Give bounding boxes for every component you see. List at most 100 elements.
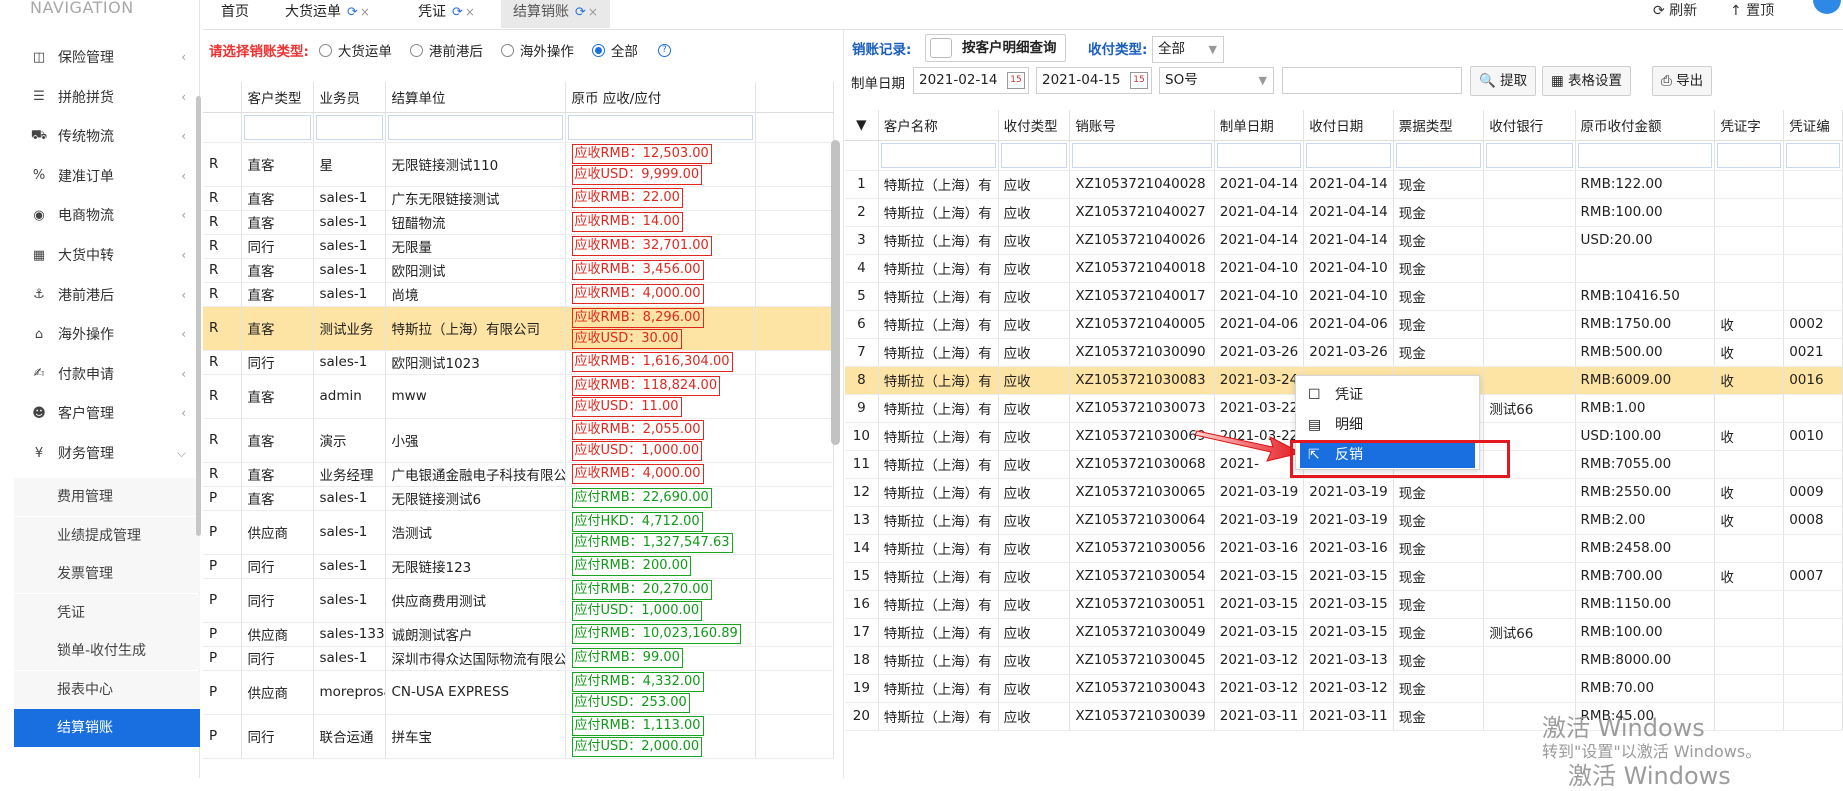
sidebar-item-9[interactable]: ✍ 付款申请 ‹ <box>14 355 200 393</box>
table-row[interactable]: P供应商sales-1333诚朗测试客户应付RMB：10,023,160.89 <box>203 622 834 647</box>
radio-circle-icon[interactable] <box>591 43 605 57</box>
table-row[interactable]: P 同行 sales-1 无限链接123 应付RMB：200.00 <box>203 554 834 579</box>
customer-detail-toggle[interactable]: 按客户明细查询 <box>925 34 1066 62</box>
table-row[interactable]: R 同行 sales-1 无限量 应收RMB：32,701.00 <box>203 234 834 259</box>
tab-cargo-waybill[interactable]: 大货运单 ⟳ × <box>285 0 370 28</box>
column-header[interactable]: 原币 应收/应付 <box>565 82 756 113</box>
filter-input[interactable] <box>1072 142 1212 168</box>
table-row[interactable]: 19 特斯拉（上海）有 应收 XZ1053721030043 2021-03-12 202… <box>845 674 1843 703</box>
column-header[interactable]: 收付日期 <box>1303 110 1394 141</box>
table-row[interactable]: P 供应商 moreprosa CN-USA EXPRESS 应付RMB：4,332.0… <box>203 670 834 715</box>
sidebar-scrollbar[interactable] <box>196 96 201 536</box>
table-row[interactable]: 14 特斯拉（上海）有 应收 XZ1053721030056 2021-03-16 202… <box>845 534 1843 563</box>
table-row[interactable]: R 直客 sales-1 钮醋物流 应收RMB：14.00 <box>203 210 834 235</box>
filter-input[interactable] <box>567 114 753 140</box>
tab-voucher[interactable]: 凭证 ⟳ × <box>418 0 475 28</box>
calendar-icon[interactable]: 15 <box>1130 72 1148 89</box>
sidebar-subitem[interactable]: 业绩提成管理 <box>14 516 200 555</box>
table-row[interactable]: R 直客 admin mww 应收RMB：118,824.00 应收USD：11.00 <box>203 374 834 419</box>
radio-circle-icon[interactable] <box>409 43 423 57</box>
column-header[interactable]: 原币收付金额 <box>1575 110 1716 141</box>
table-row[interactable]: R 直客 演示 小强 应收RMB：2,055.00 应收USD：1,000.00 <box>203 418 834 463</box>
table-row[interactable]: 15 特斯拉（上海）有 应收 XZ1053721030054 2021-03-15 202… <box>845 562 1843 591</box>
filter-icon[interactable]: ▼ <box>845 110 879 141</box>
column-header[interactable]: 客户类型 <box>241 82 314 113</box>
close-icon[interactable]: × <box>360 5 370 19</box>
filter-input[interactable] <box>1395 142 1482 168</box>
sidebar-subitem[interactable]: 发票管理 <box>14 555 200 593</box>
refresh-button[interactable]: ⟳ 刷新 <box>1653 0 1697 20</box>
sidebar-item-5[interactable]: ◉ 电商物流 ‹ <box>14 196 200 234</box>
table-row[interactable]: P 同行 sales-1 供应商费用测试 应付RMB：20,270.00 应付USD：1,… <box>203 578 834 623</box>
table-row[interactable]: 4 特斯拉（上海）有 应收 XZ1053721040018 2021-04-10 2021… <box>845 254 1843 283</box>
table-row[interactable]: 6 特斯拉（上海）有 应收 XZ1053721040005 2021-04-06 2021… <box>845 310 1843 339</box>
filter-input[interactable] <box>1486 142 1573 168</box>
table-row[interactable]: 13 特斯拉（上海）有 应收 XZ1053721030064 2021-03-19 202… <box>845 506 1843 535</box>
column-header[interactable] <box>203 82 242 113</box>
sidebar-item-8[interactable]: ⌂ 海外操作 ‹ <box>14 315 200 353</box>
table-row[interactable]: 12 特斯拉（上海）有 应收 XZ1053721030065 2021-03-19 202… <box>845 478 1843 507</box>
column-header[interactable]: 结算单位 <box>385 82 566 113</box>
column-header[interactable]: 票据类型 <box>1393 110 1485 141</box>
column-header[interactable]: 收付银行 <box>1483 110 1576 141</box>
help-icon[interactable]: ? <box>657 43 671 57</box>
date-to-input[interactable]: 2021-04-15 15 <box>1036 67 1152 94</box>
column-header[interactable]: 凭证字 <box>1714 110 1785 141</box>
filter-input[interactable] <box>315 114 383 140</box>
radio-option[interactable]: 大货运单 <box>318 40 392 60</box>
table-row[interactable]: P 同行 sales-1 深圳市得众达国际物流有限公司 应付RMB：99.00 <box>203 646 834 671</box>
table-row[interactable]: R 直客 sales-1 欧阳测试 应收RMB：3,456.00 <box>203 258 834 283</box>
table-row[interactable]: 5 特斯拉（上海）有 应收 XZ1053721040017 2021-04-10 2021… <box>845 282 1843 311</box>
sidebar-subitem[interactable]: 锁单-收付生成 <box>14 632 200 670</box>
radio-circle-icon[interactable] <box>500 43 514 57</box>
fetch-button[interactable]: 🔍 提取 <box>1470 66 1537 96</box>
sidebar-item-4[interactable]: % 建准订单 ‹ <box>14 157 200 195</box>
sidebar-subitem[interactable]: 费用管理 <box>14 478 200 516</box>
sidebar-item-6[interactable]: ▦ 大货中转 ‹ <box>14 236 200 274</box>
export-button[interactable]: ⎙ 导出 <box>1652 66 1713 96</box>
table-row[interactable]: 16 特斯拉（上海）有 应收 XZ1053721030051 2021-03-15 202… <box>845 590 1843 619</box>
filter-input[interactable] <box>880 142 996 168</box>
sidebar-item-2[interactable]: ☰ 拼舱拼货 ‹ <box>14 78 200 116</box>
refresh-icon[interactable]: ⟳ <box>452 5 463 20</box>
avatar[interactable] <box>1813 0 1841 14</box>
table-row[interactable]: 3 特斯拉（上海）有 应收 XZ1053721040026 2021-04-14 2021… <box>845 226 1843 255</box>
table-row[interactable]: 2 特斯拉（上海）有 应收 XZ1053721040027 2021-04-14 2021… <box>845 198 1843 227</box>
refresh-icon[interactable]: ⟳ <box>575 5 586 20</box>
table-row[interactable]: P 同行 联合运通 拼车宝 应付RMB：1,113.00 应付USD：2,000.00 <box>203 714 834 759</box>
filter-input[interactable] <box>1786 142 1840 168</box>
radio-option[interactable]: 海外操作 <box>500 40 574 60</box>
filter-input[interactable] <box>1216 142 1302 168</box>
refresh-icon[interactable]: ⟳ <box>347 5 358 20</box>
sidebar-item-7[interactable]: ⚓ 港前港后 ‹ <box>14 276 200 314</box>
table-row[interactable]: R 直客 测试业务 特斯拉（上海）有限公司 应收RMB：8,296.00 应收USD：30… <box>203 306 834 351</box>
table-row[interactable]: R 直客 业务经理 广电银通金融电子科技有限公司 应收RMB：4,000.00 <box>203 462 834 487</box>
table-row[interactable]: 1 特斯拉（上海）有 应收 XZ1053721040028 2021-04-14 2021… <box>845 170 1843 199</box>
table-row[interactable]: 7 特斯拉（上海）有 应收 XZ1053721030090 2021-03-26 2021… <box>845 338 1843 367</box>
filter-input[interactable] <box>1577 142 1713 168</box>
table-row[interactable]: 18 特斯拉（上海）有 应收 XZ1053721030045 2021-03-12 202… <box>845 646 1843 675</box>
scroll-top-button[interactable]: ↑ 置顶 <box>1730 0 1774 20</box>
tab-settlement[interactable]: 结算销账 ⟳ × <box>501 0 610 28</box>
filter-input[interactable] <box>1717 142 1782 168</box>
filter-input[interactable] <box>243 114 311 140</box>
calendar-icon[interactable]: 15 <box>1007 72 1025 89</box>
sidebar-item-10[interactable]: ☻ 客户管理 ‹ <box>14 394 200 432</box>
sidebar-subitem[interactable]: 结算销账 <box>14 709 200 747</box>
tab-home[interactable]: 首页 <box>221 0 249 28</box>
sidebar-item-3[interactable]: ⛟ 传统物流 ‹ <box>14 117 200 155</box>
context-menu-item[interactable]: ☐ 凭证 <box>1300 382 1475 408</box>
radio-option[interactable]: 全部 <box>591 40 638 60</box>
table-row[interactable]: P 供应商 sales-1 浩测试 应付HKD：4,712.00 应付RMB：1,327,… <box>203 510 834 555</box>
pay-type-select[interactable]: 全部 ▼ <box>1152 36 1224 63</box>
search-input[interactable] <box>1282 67 1462 94</box>
column-header[interactable]: 销账号 <box>1069 110 1215 141</box>
radio-option[interactable]: 港前港后 <box>409 40 483 60</box>
context-menu-item[interactable]: ▤ 明细 <box>1300 412 1475 438</box>
sidebar-item-1[interactable]: ◫ 保险管理 ‹ <box>14 38 200 76</box>
table-row[interactable]: R 直客 sales-1 广东无限链接测试 应收RMB：22.00 <box>203 186 834 211</box>
filter-input[interactable] <box>1306 142 1391 168</box>
filter-input[interactable] <box>1000 142 1068 168</box>
filter-input[interactable] <box>387 114 563 140</box>
table-row[interactable]: R 直客 sales-1 尚境 应收RMB：4,000.00 <box>203 282 834 307</box>
